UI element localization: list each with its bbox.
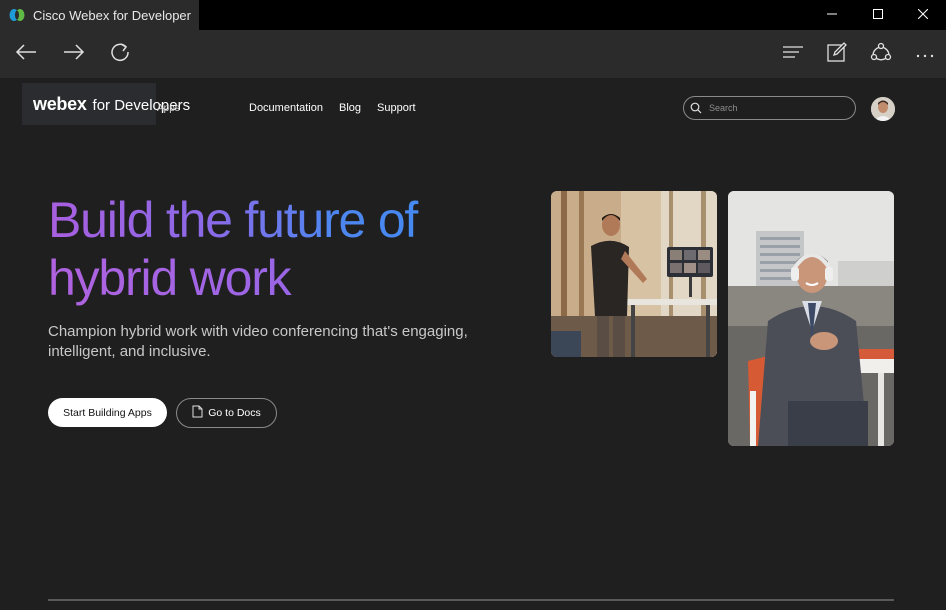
nav-item-apps-overlapped[interactable]: Apps (157, 103, 180, 114)
reading-list-button[interactable] (777, 38, 809, 70)
back-button[interactable] (10, 38, 42, 70)
web-note-button[interactable] (821, 38, 853, 70)
minimize-button[interactable] (809, 0, 854, 30)
refresh-icon (109, 41, 131, 68)
browser-toolbar (0, 30, 946, 78)
logo-brand: webex (33, 94, 87, 114)
hero-image-office-video-call (551, 191, 717, 357)
refresh-button[interactable] (104, 38, 136, 70)
share-button[interactable] (865, 38, 897, 70)
share-icon (870, 42, 892, 67)
hero-image-rooftop-headphones (728, 191, 894, 446)
search-box[interactable] (683, 96, 856, 120)
search-icon (690, 102, 702, 114)
hero-title-line-1: Build the future of (48, 191, 518, 249)
nav-item-blog[interactable]: Blog (339, 102, 361, 114)
go-to-docs-label: Go to Docs (208, 407, 261, 419)
section-divider (48, 599, 894, 601)
start-building-apps-button[interactable]: Start Building Apps (48, 398, 167, 427)
forward-button[interactable] (58, 38, 90, 70)
forward-arrow-icon (63, 43, 85, 66)
maximize-button[interactable] (855, 0, 900, 30)
hero-subtitle: Champion hybrid work with video conferen… (48, 323, 468, 360)
maximize-icon (872, 6, 883, 24)
close-icon (917, 6, 928, 24)
browser-tab[interactable]: Cisco Webex for Developer (0, 0, 199, 30)
hero-title: Build the future of hybrid work (48, 191, 518, 307)
close-button[interactable] (900, 0, 945, 30)
web-note-icon (827, 41, 847, 67)
avatar[interactable] (871, 97, 895, 121)
title-bar: Cisco Webex for Developer (0, 0, 946, 30)
more-button[interactable] (909, 38, 941, 70)
nav-item-documentation[interactable]: Documentation (249, 102, 323, 114)
webpage: webex for Developers Apps Documentation … (0, 78, 946, 610)
webex-favicon-icon (9, 7, 25, 23)
go-to-docs-button[interactable]: Go to Docs (176, 398, 277, 428)
more-icon (916, 45, 934, 63)
minimize-icon (826, 6, 837, 24)
nav-item-support[interactable]: Support (377, 102, 416, 114)
reading-list-icon (782, 44, 804, 65)
main-nav: Documentation Blog Support (249, 102, 432, 114)
tab-title: Cisco Webex for Developer (33, 7, 191, 23)
back-arrow-icon (15, 43, 37, 66)
hero-title-line-2: hybrid work (48, 249, 518, 307)
search-input[interactable] (707, 102, 851, 114)
document-icon (192, 405, 203, 421)
